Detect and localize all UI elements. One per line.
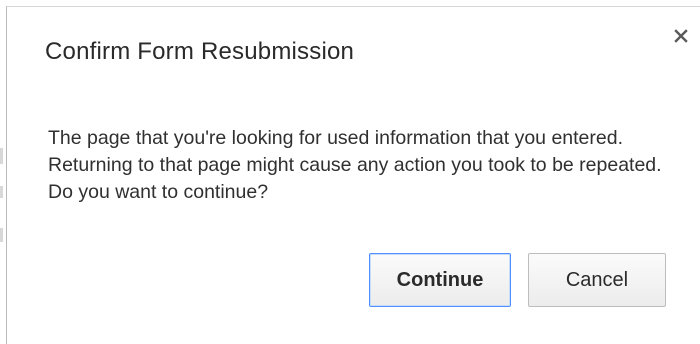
dialog-title: Confirm Form Resubmission bbox=[45, 38, 355, 65]
background-edge-mark bbox=[0, 228, 3, 242]
cancel-button[interactable]: Cancel bbox=[528, 253, 666, 307]
background-edge-mark bbox=[0, 186, 3, 198]
close-icon bbox=[673, 28, 689, 49]
close-button[interactable] bbox=[670, 27, 692, 49]
dialog-message: The page that you're looking for used in… bbox=[48, 127, 662, 203]
confirm-resubmission-dialog: Confirm Form Resubmission The page that … bbox=[6, 6, 700, 344]
continue-button[interactable]: Continue bbox=[369, 253, 511, 307]
background-edge-mark bbox=[0, 148, 3, 164]
